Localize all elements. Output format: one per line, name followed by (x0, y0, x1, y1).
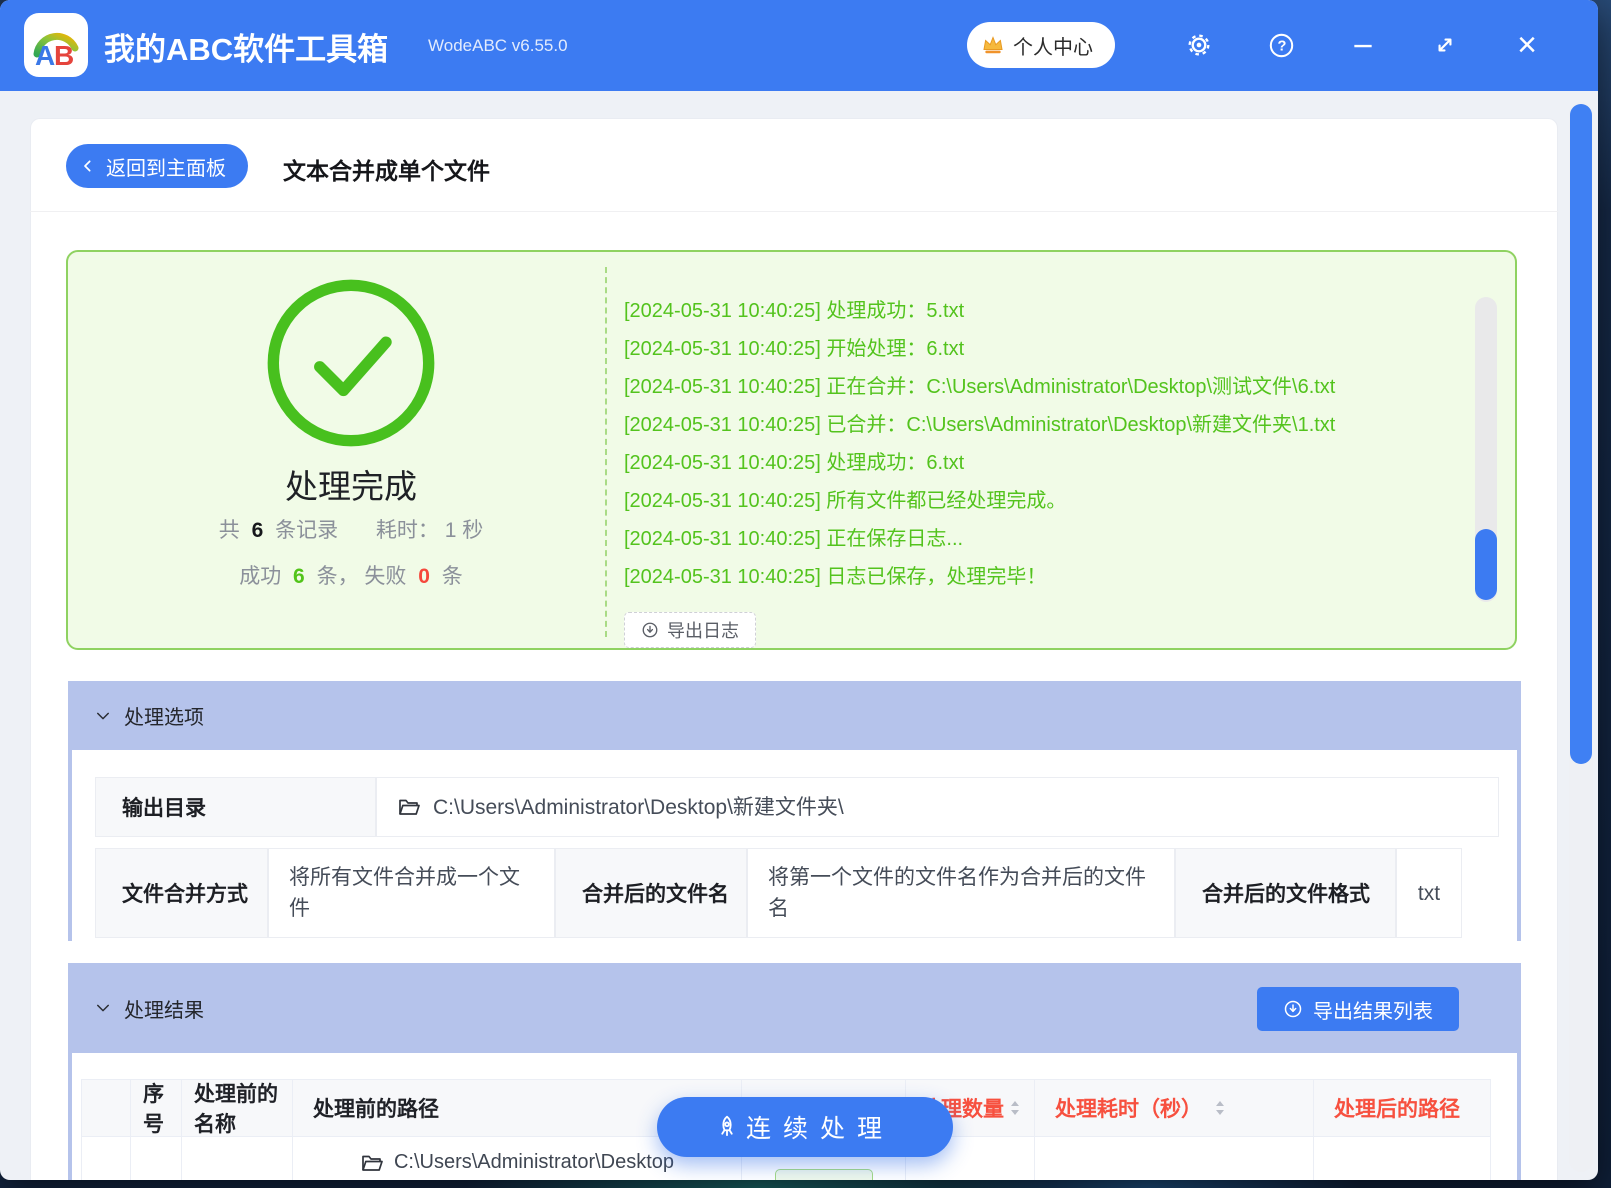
page-title: 文本合并成单个文件 (283, 152, 490, 186)
settings-gear-icon[interactable] (1183, 29, 1215, 61)
chevron-left-icon (80, 158, 96, 174)
header-index: 序号 (130, 1079, 182, 1137)
log-scrollbar-track[interactable] (1475, 297, 1497, 602)
folder-icon (360, 1151, 384, 1175)
log-line: [2024-05-31 10:40:25] 所有文件都已经处理完成。 (624, 482, 1464, 520)
sort-caret-icon[interactable] (1213, 1098, 1227, 1118)
log-line: [2024-05-31 10:40:25] 处理成功：6.txt (624, 444, 1464, 482)
chevron-down-icon (94, 999, 112, 1017)
page-scrollbar-track[interactable] (1569, 102, 1593, 1172)
chevron-down-icon (94, 707, 112, 725)
app-window: A B 我的ABC软件工具箱 WodeABC v6.55.0 个人中心 ? (0, 0, 1598, 1180)
status-badge (775, 1169, 873, 1180)
log-line: [2024-05-31 10:40:25] 正在保存日志... (624, 520, 1464, 558)
crown-icon (981, 33, 1005, 57)
log-line: [2024-05-31 10:40:25] 日志已保存，处理完毕！ (624, 558, 1464, 596)
app-title: 我的ABC软件工具箱 (104, 24, 388, 69)
export-log-button[interactable]: 导出日志 (624, 612, 756, 648)
log-line: [2024-05-31 10:40:25] 已合并：C:\Users\Admin… (624, 406, 1464, 444)
row-path-before: C:\Users\Administrator\Desktop (360, 1151, 674, 1180)
fail-count: 0 (418, 565, 430, 588)
header-name-before: 处理前的名称 (181, 1079, 293, 1137)
process-log-list: [2024-05-31 10:40:25] 处理成功：5.txt [2024-0… (624, 292, 1464, 596)
continue-processing-button[interactable]: 连续处理 (657, 1097, 953, 1157)
back-button-label: 返回到主面板 (106, 152, 226, 181)
svg-text:B: B (54, 40, 74, 71)
profile-center-button[interactable]: 个人中心 (967, 22, 1115, 68)
svg-text:A: A (35, 40, 55, 71)
close-icon[interactable]: × (1511, 29, 1543, 61)
log-line: [2024-05-31 10:40:25] 处理成功：5.txt (624, 292, 1464, 330)
log-line: [2024-05-31 10:40:25] 开始处理：6.txt (624, 330, 1464, 368)
results-section-header[interactable]: 处理结果 导出结果列表 (68, 963, 1521, 1053)
success-count: 6 (293, 565, 305, 588)
output-dir-path: C:\Users\Administrator\Desktop\新建文件夹\ (433, 792, 844, 823)
app-logo: A B (24, 13, 88, 77)
merged-format-value: txt (1396, 848, 1462, 938)
svg-text:?: ? (1277, 38, 1286, 54)
maximize-resize-icon[interactable] (1429, 29, 1461, 61)
sort-caret-icon[interactable] (1008, 1098, 1022, 1118)
continue-button-label: 连续处理 (746, 1109, 894, 1145)
results-section-title: 处理结果 (124, 994, 204, 1023)
header-path-after: 处理后的路径 (1313, 1079, 1491, 1137)
stats-success-fail-line: 成功 6 条， 失败 0 条 (131, 560, 571, 590)
app-version: WodeABC v6.55.0 (428, 36, 568, 56)
titlebar: A B 我的ABC软件工具箱 WodeABC v6.55.0 个人中心 ? (0, 0, 1598, 91)
minimize-icon[interactable] (1347, 29, 1379, 61)
download-icon (1283, 999, 1303, 1019)
desktop-background: A B 我的ABC软件工具箱 WodeABC v6.55.0 个人中心 ? (0, 0, 1611, 1188)
header-elapsed-sortable[interactable]: 处理耗时（秒） (1034, 1079, 1314, 1137)
rocket-icon (714, 1114, 740, 1140)
export-results-label: 导出结果列表 (1313, 995, 1433, 1024)
process-result-panel: 处理完成 共 6 条记录 耗时： 1 秒 成功 6 条， 失败 0 条 [202… (66, 250, 1517, 650)
merge-mode-label: 文件合并方式 (95, 848, 268, 938)
log-divider (605, 267, 607, 637)
success-check-icon (261, 273, 441, 453)
total-count: 6 (252, 519, 264, 542)
profile-center-label: 个人中心 (1013, 31, 1093, 60)
merged-filename-label: 合并后的文件名 (555, 848, 747, 938)
download-icon (641, 621, 659, 639)
header-divider (30, 211, 1558, 212)
options-section-header[interactable]: 处理选项 (68, 681, 1521, 750)
back-to-dashboard-button[interactable]: 返回到主面板 (66, 144, 248, 188)
options-section-title: 处理选项 (124, 701, 204, 730)
stats-summary-line: 共 6 条记录 耗时： 1 秒 (131, 514, 571, 544)
status-title: 处理完成 (191, 460, 511, 508)
export-log-label: 导出日志 (667, 617, 739, 643)
header-select-column (81, 1079, 131, 1137)
options-section-body: 输出目录 C:\Users\Administrator\Desktop\新建文件… (68, 750, 1521, 941)
help-icon[interactable]: ? (1265, 29, 1297, 61)
output-dir-value: C:\Users\Administrator\Desktop\新建文件夹\ (376, 777, 1499, 837)
page-scrollbar-thumb[interactable] (1570, 104, 1592, 764)
export-results-button[interactable]: 导出结果列表 (1257, 987, 1459, 1031)
log-line: [2024-05-31 10:40:25] 正在合并：C:\Users\Admi… (624, 368, 1464, 406)
merged-filename-value: 将第一个文件的文件名作为合并后的文件名 (747, 848, 1175, 938)
folder-icon (397, 795, 421, 819)
merge-mode-value: 将所有文件合并成一个文件 (268, 848, 555, 938)
merged-format-label: 合并后的文件格式 (1175, 848, 1396, 938)
log-scrollbar-thumb[interactable] (1475, 529, 1497, 600)
elapsed-label: 处理耗时（秒） (1055, 1093, 1202, 1123)
output-dir-label: 输出目录 (95, 777, 376, 837)
